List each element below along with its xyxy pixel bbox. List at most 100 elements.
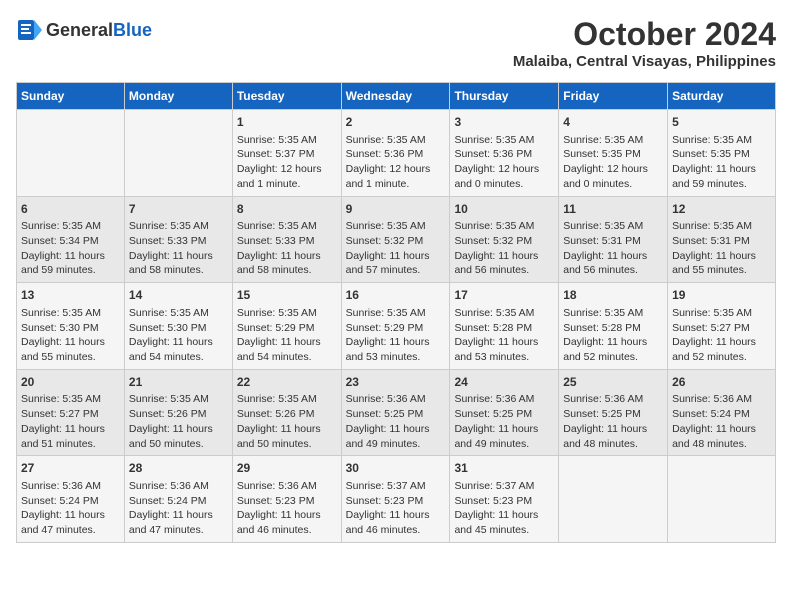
day-info: Daylight: 11 hours xyxy=(563,335,663,350)
day-info: and 0 minutes. xyxy=(454,177,554,192)
day-info: Sunset: 5:29 PM xyxy=(237,321,337,336)
calendar-cell: 6Sunrise: 5:35 AMSunset: 5:34 PMDaylight… xyxy=(17,196,125,283)
day-info: Sunrise: 5:36 AM xyxy=(346,392,446,407)
calendar-cell xyxy=(668,456,776,543)
day-number: 14 xyxy=(129,287,228,304)
day-info: and 0 minutes. xyxy=(563,177,663,192)
day-number: 13 xyxy=(21,287,120,304)
calendar-cell: 31Sunrise: 5:37 AMSunset: 5:23 PMDayligh… xyxy=(450,456,559,543)
day-info: Daylight: 11 hours xyxy=(129,508,228,523)
day-info: Sunrise: 5:35 AM xyxy=(237,219,337,234)
day-info: and 54 minutes. xyxy=(129,350,228,365)
day-number: 8 xyxy=(237,201,337,218)
calendar-cell: 16Sunrise: 5:35 AMSunset: 5:29 PMDayligh… xyxy=(341,283,450,370)
day-info: Sunset: 5:34 PM xyxy=(21,234,120,249)
calendar-cell: 1Sunrise: 5:35 AMSunset: 5:37 PMDaylight… xyxy=(232,110,341,197)
day-info: Sunrise: 5:36 AM xyxy=(129,479,228,494)
day-info: Sunset: 5:26 PM xyxy=(237,407,337,422)
day-info: Daylight: 11 hours xyxy=(672,422,771,437)
title-section: October 2024 Malaiba, Central Visayas, P… xyxy=(513,16,776,70)
day-info: Sunset: 5:31 PM xyxy=(672,234,771,249)
day-number: 25 xyxy=(563,374,663,391)
day-info: Sunrise: 5:35 AM xyxy=(237,306,337,321)
page-header: GeneralBlue October 2024 Malaiba, Centra… xyxy=(16,16,776,70)
day-info: Sunset: 5:23 PM xyxy=(237,494,337,509)
day-number: 5 xyxy=(672,114,771,131)
calendar-cell: 9Sunrise: 5:35 AMSunset: 5:32 PMDaylight… xyxy=(341,196,450,283)
day-info: and 59 minutes. xyxy=(672,177,771,192)
day-info: Sunrise: 5:35 AM xyxy=(672,133,771,148)
day-info: Sunset: 5:36 PM xyxy=(454,147,554,162)
day-info: Daylight: 11 hours xyxy=(129,249,228,264)
day-info: Sunset: 5:25 PM xyxy=(454,407,554,422)
day-info: Daylight: 11 hours xyxy=(346,335,446,350)
calendar-cell: 10Sunrise: 5:35 AMSunset: 5:32 PMDayligh… xyxy=(450,196,559,283)
header-sunday: Sunday xyxy=(17,83,125,110)
day-info: Sunset: 5:32 PM xyxy=(346,234,446,249)
day-info: Daylight: 11 hours xyxy=(21,422,120,437)
calendar-week-row: 13Sunrise: 5:35 AMSunset: 5:30 PMDayligh… xyxy=(17,283,776,370)
day-number: 6 xyxy=(21,201,120,218)
day-info: Sunrise: 5:36 AM xyxy=(563,392,663,407)
day-info: Sunrise: 5:35 AM xyxy=(672,306,771,321)
day-info: and 49 minutes. xyxy=(454,437,554,452)
day-info: Daylight: 11 hours xyxy=(237,508,337,523)
day-number: 18 xyxy=(563,287,663,304)
day-info: and 59 minutes. xyxy=(21,263,120,278)
day-info: and 46 minutes. xyxy=(346,523,446,538)
day-number: 2 xyxy=(346,114,446,131)
day-info: and 47 minutes. xyxy=(21,523,120,538)
calendar-cell: 30Sunrise: 5:37 AMSunset: 5:23 PMDayligh… xyxy=(341,456,450,543)
day-info: Sunset: 5:25 PM xyxy=(563,407,663,422)
day-info: Sunrise: 5:35 AM xyxy=(129,392,228,407)
calendar-week-row: 6Sunrise: 5:35 AMSunset: 5:34 PMDaylight… xyxy=(17,196,776,283)
day-info: and 55 minutes. xyxy=(672,263,771,278)
day-info: and 56 minutes. xyxy=(563,263,663,278)
day-info: Daylight: 12 hours xyxy=(563,162,663,177)
day-info: Daylight: 11 hours xyxy=(346,249,446,264)
day-info: Sunrise: 5:37 AM xyxy=(454,479,554,494)
day-number: 16 xyxy=(346,287,446,304)
calendar-cell: 22Sunrise: 5:35 AMSunset: 5:26 PMDayligh… xyxy=(232,369,341,456)
day-number: 29 xyxy=(237,460,337,477)
day-info: Sunrise: 5:35 AM xyxy=(21,219,120,234)
day-info: Sunset: 5:33 PM xyxy=(129,234,228,249)
day-info: Sunset: 5:33 PM xyxy=(237,234,337,249)
day-info: Daylight: 11 hours xyxy=(563,422,663,437)
day-info: Daylight: 11 hours xyxy=(672,162,771,177)
day-info: Sunset: 5:24 PM xyxy=(672,407,771,422)
day-info: Sunrise: 5:35 AM xyxy=(672,219,771,234)
day-info: Sunrise: 5:36 AM xyxy=(672,392,771,407)
calendar-cell: 26Sunrise: 5:36 AMSunset: 5:24 PMDayligh… xyxy=(668,369,776,456)
day-info: Daylight: 11 hours xyxy=(454,422,554,437)
day-info: and 49 minutes. xyxy=(346,437,446,452)
day-info: Sunset: 5:24 PM xyxy=(21,494,120,509)
calendar-cell: 27Sunrise: 5:36 AMSunset: 5:24 PMDayligh… xyxy=(17,456,125,543)
day-number: 11 xyxy=(563,201,663,218)
day-info: and 1 minute. xyxy=(346,177,446,192)
day-info: Daylight: 11 hours xyxy=(346,508,446,523)
calendar-cell xyxy=(17,110,125,197)
day-info: Daylight: 12 hours xyxy=(454,162,554,177)
day-number: 3 xyxy=(454,114,554,131)
calendar-cell: 8Sunrise: 5:35 AMSunset: 5:33 PMDaylight… xyxy=(232,196,341,283)
header-monday: Monday xyxy=(124,83,232,110)
day-info: and 55 minutes. xyxy=(21,350,120,365)
day-number: 17 xyxy=(454,287,554,304)
day-info: Sunset: 5:27 PM xyxy=(672,321,771,336)
day-info: Daylight: 11 hours xyxy=(21,335,120,350)
day-info: and 53 minutes. xyxy=(346,350,446,365)
calendar-cell: 13Sunrise: 5:35 AMSunset: 5:30 PMDayligh… xyxy=(17,283,125,370)
day-number: 26 xyxy=(672,374,771,391)
day-number: 19 xyxy=(672,287,771,304)
day-number: 22 xyxy=(237,374,337,391)
day-info: Sunset: 5:37 PM xyxy=(237,147,337,162)
calendar-cell xyxy=(124,110,232,197)
calendar-week-row: 20Sunrise: 5:35 AMSunset: 5:27 PMDayligh… xyxy=(17,369,776,456)
day-number: 31 xyxy=(454,460,554,477)
day-info: Daylight: 11 hours xyxy=(454,335,554,350)
calendar-cell: 21Sunrise: 5:35 AMSunset: 5:26 PMDayligh… xyxy=(124,369,232,456)
calendar-cell: 3Sunrise: 5:35 AMSunset: 5:36 PMDaylight… xyxy=(450,110,559,197)
header-saturday: Saturday xyxy=(668,83,776,110)
calendar-cell: 14Sunrise: 5:35 AMSunset: 5:30 PMDayligh… xyxy=(124,283,232,370)
